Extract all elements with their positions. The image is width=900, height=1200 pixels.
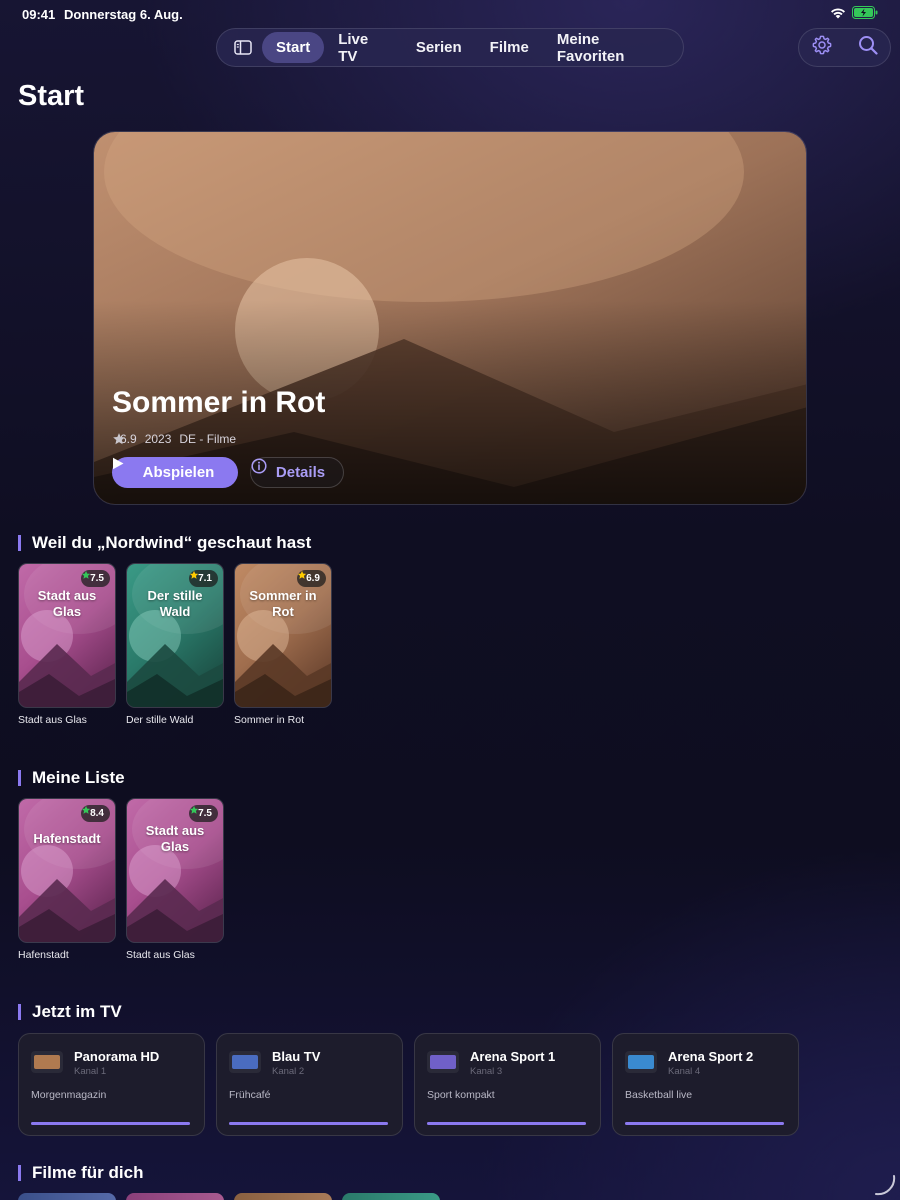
poster-image[interactable]: 7.5 Stadt aus Glas [18,563,116,708]
channel-number: Kanal 3 [470,1066,503,1077]
tab-start[interactable]: Start [262,32,325,63]
hero-category: DE - Filme [179,432,237,446]
channel-logo [625,1051,657,1073]
channel-name: Blau TV [272,1049,321,1064]
rating-badge: 8.4 [81,805,110,822]
rating-badge: 7.1 [189,570,218,587]
show-progress-bar [427,1122,586,1125]
rating-value: 7.5 [90,573,104,584]
channel-name: Arena Sport 1 [470,1049,556,1064]
status-indicators [830,6,878,24]
play-button-label: Abspielen [142,464,215,481]
current-show: Frühcafé [229,1089,271,1101]
hero-meta: 6.9 2023 DE - Filme [112,432,236,446]
hero-artwork [94,132,806,504]
section-title-mylist: Meine Liste [18,769,125,786]
show-progress-fill [31,1122,190,1125]
poster-card[interactable]: 7.5 Stadt aus Glas Stadt aus Glas [18,563,116,726]
channel-logo [229,1051,261,1073]
current-show: Morgenmagazin [31,1089,107,1101]
channel-card[interactable]: Arena Sport 1 Kanal 3 Sport kompakt [414,1033,601,1136]
section-title-movies: Filme für dich [18,1164,143,1181]
movie-poster-peek[interactable] [18,1193,116,1200]
details-button[interactable]: Details [250,457,344,488]
tab-serien[interactable]: Serien [402,32,476,63]
channel-card[interactable]: Blau TV Kanal 2 Frühcafé [216,1033,403,1136]
details-button-label: Details [275,464,326,481]
hero-banner[interactable]: Sommer in Rot 6.9 2023 DE - Filme Abspie… [93,131,807,505]
channel-number: Kanal 4 [668,1066,701,1077]
channel-number: Kanal 1 [74,1066,107,1077]
hero-year: 2023 [144,432,172,446]
channel-card[interactable]: Arena Sport 2 Kanal 4 Basketball live [612,1033,799,1136]
status-bar: 09:41 Donnerstag 6. Aug. [0,0,900,28]
channel-logo [31,1051,63,1073]
poster-title: Sommer in Rot [249,588,317,619]
poster-image[interactable]: 6.9 Sommer in Rot [234,563,332,708]
toolbar-actions [798,28,891,67]
tab-live-tv[interactable]: Live TV [324,31,402,65]
loading-spinner-icon [872,1172,898,1200]
poster-caption: Stadt aus Glas [126,949,195,961]
rating-value: 8.4 [90,808,104,819]
sidebar-toggle-icon[interactable] [223,32,262,63]
top-tab-bar: Start Live TV Serien Filme Meine Favorit… [216,28,684,67]
poster-title: Stadt aus Glas [37,588,97,619]
movie-poster-peek[interactable] [342,1193,440,1200]
gear-icon[interactable] [811,34,833,61]
show-progress-fill [229,1122,388,1125]
poster-title: Der stille Wald [147,588,203,619]
tab-meine-favoriten[interactable]: Meine Favoriten [543,31,677,65]
rating-value: 7.5 [198,808,212,819]
section-title-because: Weil du „Nordwind“ geschaut hast [18,534,311,551]
page-title: Start [18,80,85,112]
tab-filme[interactable]: Filme [476,32,543,63]
movie-poster-peek[interactable] [126,1193,224,1200]
rating-badge: 7.5 [189,805,218,822]
rating-badge: 7.5 [81,570,110,587]
channel-name: Arena Sport 2 [668,1049,754,1064]
play-button[interactable]: Abspielen [112,457,238,488]
wifi-icon [830,6,846,24]
poster-image[interactable]: 8.4 Hafenstadt [18,798,116,943]
poster-card[interactable]: 7.1 Der stille Wald Der stille Wald [126,563,224,726]
hero-title: Sommer in Rot [112,386,326,419]
rating-value: 6.9 [306,573,320,584]
poster-image[interactable]: 7.5 Stadt aus Glas [126,798,224,943]
poster-caption: Der stille Wald [126,714,194,726]
poster-card[interactable]: 8.4 Hafenstadt Hafenstadt [18,798,116,961]
search-icon[interactable] [858,35,878,60]
poster-image[interactable]: 7.1 Der stille Wald [126,563,224,708]
movie-poster-peek[interactable] [234,1193,332,1200]
battery-icon [852,6,878,24]
show-progress-bar [229,1122,388,1125]
show-progress-bar [31,1122,190,1125]
channel-logo [427,1051,459,1073]
channel-name: Panorama HD [74,1049,160,1064]
status-date: Donnerstag 6. Aug. [64,7,183,22]
rating-value: 7.1 [198,573,212,584]
status-time: 09:41 [22,7,56,22]
section-title-livetv: Jetzt im TV [18,1003,122,1020]
current-show: Basketball live [625,1089,693,1101]
poster-title: Hafenstadt [33,831,101,846]
rating-badge: 6.9 [297,570,326,587]
poster-card[interactable]: 7.5 Stadt aus Glas Stadt aus Glas [126,798,224,961]
poster-caption: Hafenstadt [18,949,69,961]
poster-card[interactable]: 6.9 Sommer in Rot Sommer in Rot [234,563,332,726]
poster-caption: Stadt aus Glas [18,714,87,726]
show-progress-fill [625,1122,784,1125]
channel-number: Kanal 2 [272,1066,305,1077]
poster-title: Stadt aus Glas [145,823,205,854]
current-show: Sport kompakt [427,1089,495,1101]
channel-card[interactable]: Panorama HD Kanal 1 Morgenmagazin [18,1033,205,1136]
poster-caption: Sommer in Rot [234,714,305,726]
show-progress-fill [427,1122,586,1125]
show-progress-bar [625,1122,784,1125]
